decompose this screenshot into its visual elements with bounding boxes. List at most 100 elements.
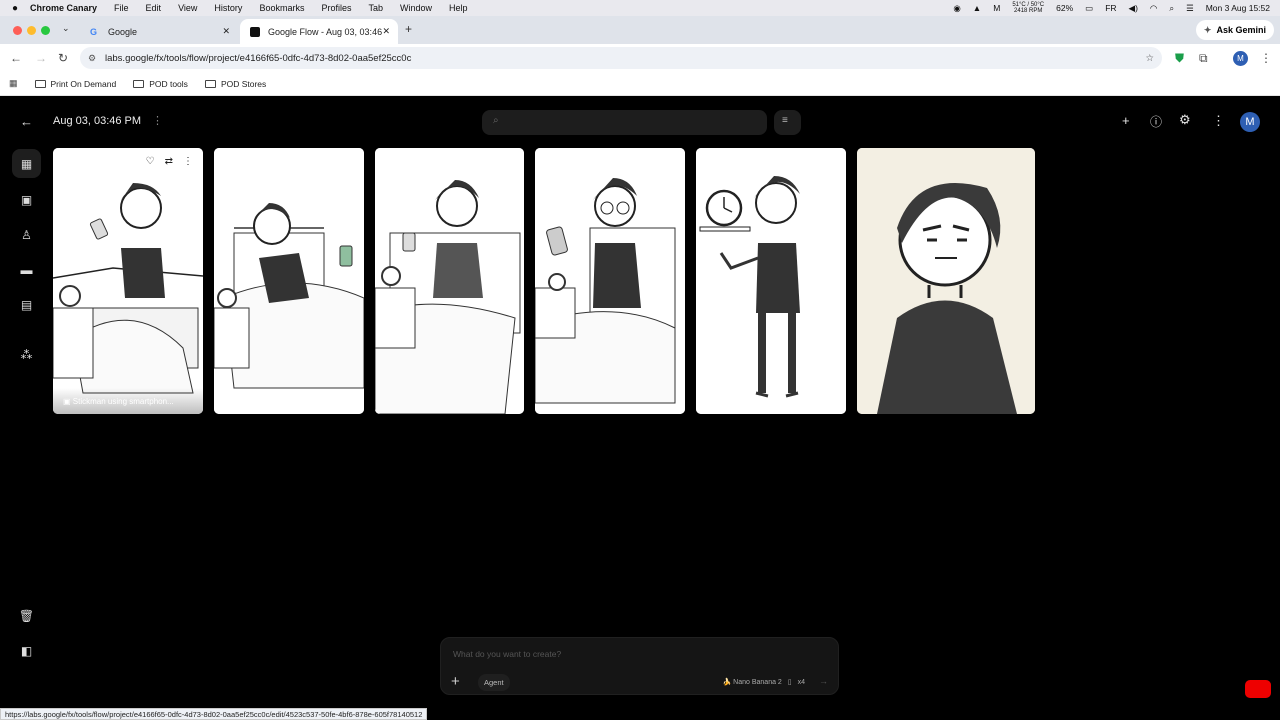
- stickman-portrait-image: [857, 148, 1035, 414]
- sidebar-trash[interactable]: 🗑: [12, 601, 41, 630]
- google-favicon-icon: G: [90, 26, 98, 37]
- menu-profiles[interactable]: Profiles: [321, 3, 351, 13]
- menu-view[interactable]: View: [178, 3, 197, 13]
- more-menu-icon[interactable]: ⋮: [1212, 113, 1225, 129]
- datetime[interactable]: Mon 3 Aug 15:52: [1206, 3, 1270, 13]
- close-tab-icon[interactable]: ✕: [382, 26, 390, 37]
- temperature-readout[interactable]: 51°C / 50°C 2418 RPM: [1012, 2, 1044, 14]
- card-more-icon[interactable]: ⋮: [183, 156, 193, 167]
- back-icon[interactable]: ←: [10, 51, 22, 65]
- stickman-shocked-bed-image: [214, 148, 364, 414]
- card-caption: ▣ Stickman using smartphon...: [53, 388, 203, 414]
- model-selector[interactable]: 🍌 Nano Banana 2 ▯ x4: [723, 678, 805, 686]
- stickman-wide-eyes-phone-image: [535, 148, 685, 414]
- filter-icon: ≡: [782, 115, 788, 126]
- prompt-input[interactable]: What do you want to create?: [453, 649, 561, 659]
- browser-menu-icon[interactable]: ⋮: [1260, 51, 1272, 65]
- stickman-clock-standing-image: [696, 148, 846, 414]
- reuse-icon[interactable]: ⇄: [165, 156, 173, 167]
- input-source[interactable]: FR: [1105, 3, 1116, 13]
- add-icon[interactable]: +: [1122, 113, 1130, 128]
- trash-icon: 🗑: [18, 608, 35, 623]
- menu-history[interactable]: History: [214, 3, 242, 13]
- zoom-window-button[interactable]: [41, 26, 50, 35]
- close-window-button[interactable]: [13, 26, 22, 35]
- sidebar-characters[interactable]: ♙: [12, 220, 41, 249]
- image-card-4[interactable]: [535, 148, 685, 414]
- menu-edit[interactable]: Edit: [146, 3, 162, 13]
- tab-title: Google Flow - Aug 03, 03:46: [268, 26, 383, 37]
- address-bar[interactable]: ⚙ labs.google/fx/tools/flow/project/e416…: [80, 47, 1162, 69]
- sidebar-tools[interactable]: ⁂: [12, 340, 41, 369]
- reload-icon[interactable]: ↻: [58, 51, 68, 65]
- filter-button[interactable]: ≡: [774, 110, 801, 135]
- sidebar-scenes[interactable]: ▬: [12, 255, 41, 284]
- add-media-icon[interactable]: +: [451, 673, 460, 690]
- menu-tab[interactable]: Tab: [368, 3, 383, 13]
- search-input[interactable]: ⌕: [482, 110, 767, 135]
- cone-icon[interactable]: ▲: [973, 3, 981, 13]
- sidebar-images[interactable]: ▣: [12, 185, 41, 214]
- record-icon[interactable]: ◉: [953, 3, 960, 14]
- panel-toggle-icon: ◧: [20, 643, 33, 658]
- project-menu-icon[interactable]: ⋮: [152, 114, 163, 127]
- browser-toolbar: ← → ↻ ⚙ labs.google/fx/tools/flow/projec…: [0, 44, 1280, 72]
- profile-avatar[interactable]: M: [1233, 51, 1248, 66]
- battery-icon[interactable]: ▭: [1085, 3, 1093, 14]
- status-menus: ◉ ▲ M 51°C / 50°C 2418 RPM 62% ▭ FR ◀) ◠ …: [953, 0, 1270, 16]
- image-card-6[interactable]: [857, 148, 1035, 414]
- sidebar-collapse[interactable]: ◧: [12, 636, 41, 665]
- image-card-3[interactable]: [375, 148, 524, 414]
- image-card-5[interactable]: [696, 148, 846, 414]
- user-avatar[interactable]: M: [1240, 112, 1260, 132]
- image-type-icon: ▣: [63, 397, 73, 406]
- sidebar-grid-view[interactable]: ▦: [12, 149, 41, 178]
- site-info-icon[interactable]: ⚙: [88, 53, 96, 64]
- card-toolbar: ♡ ⇄ ⋮: [146, 156, 193, 167]
- image-card-2[interactable]: [214, 148, 364, 414]
- settings-gear-icon[interactable]: ⚙: [1179, 112, 1191, 128]
- shield-extension-icon[interactable]: ⛊: [1175, 51, 1184, 66]
- bookmark-pod-stores[interactable]: POD Stores: [204, 79, 266, 89]
- spotlight-icon[interactable]: ⌕: [1169, 3, 1174, 14]
- prompt-composer[interactable]: What do you want to create? + Agent 🍌 Na…: [440, 637, 839, 695]
- extensions-icon[interactable]: ⧉: [1199, 51, 1208, 66]
- image-icon: ▣: [20, 192, 33, 207]
- image-card-1[interactable]: ♡ ⇄ ⋮ ▣ Stickman using smartphon...: [53, 148, 203, 414]
- folder-icon: [133, 79, 145, 88]
- volume-icon[interactable]: ◀): [1129, 3, 1138, 14]
- menu-file[interactable]: File: [114, 3, 129, 13]
- forward-icon[interactable]: →: [35, 51, 47, 65]
- tab-google[interactable]: G Google ✕: [80, 19, 238, 44]
- bookmark-pod-tools[interactable]: POD tools: [133, 79, 188, 89]
- apps-grid-icon[interactable]: ▦: [9, 78, 18, 89]
- menu-bookmarks[interactable]: Bookmarks: [259, 3, 304, 13]
- control-center-icon[interactable]: ☰: [1186, 3, 1194, 14]
- back-arrow-icon[interactable]: ←: [20, 114, 33, 129]
- gmail-icon[interactable]: M: [993, 3, 1000, 13]
- bookmark-print-on-demand[interactable]: Print On Demand: [34, 79, 116, 89]
- browser-tabstrip: ⌄ G Google ✕ Google Flow - Aug 03, 03:46…: [0, 16, 1280, 44]
- menu-help[interactable]: Help: [449, 3, 468, 13]
- sidebar-folders[interactable]: ▤: [12, 290, 41, 319]
- app-menu[interactable]: Chrome Canary: [30, 3, 97, 13]
- minimize-window-button[interactable]: [27, 26, 36, 35]
- favorite-heart-icon[interactable]: ♡: [146, 156, 155, 167]
- tab-search-icon[interactable]: ⌄: [62, 23, 70, 34]
- battery-percent[interactable]: 62%: [1056, 3, 1073, 13]
- wifi-icon[interactable]: ◠: [1150, 3, 1157, 14]
- apple-icon[interactable]: ●: [12, 3, 30, 14]
- ask-gemini-button[interactable]: ✦ Ask Gemini: [1195, 20, 1274, 40]
- stickman-sitting-bed-image: [375, 148, 524, 414]
- tab-google-flow[interactable]: Google Flow - Aug 03, 03:46 ✕: [240, 19, 398, 44]
- new-tab-icon[interactable]: +: [405, 22, 412, 36]
- bookmark-star-icon[interactable]: ☆: [1145, 53, 1154, 64]
- flow-app: ← Aug 03, 03:46 PM ⋮ ⌕ ≡ + ⓘ ⚙ ⋮ M ▦ ▣ ♙…: [0, 97, 1280, 720]
- close-tab-icon[interactable]: ✕: [222, 26, 230, 37]
- agent-button[interactable]: Agent: [478, 674, 510, 691]
- menu-window[interactable]: Window: [400, 3, 432, 13]
- help-icon[interactable]: ⓘ: [1150, 113, 1162, 130]
- send-arrow-icon[interactable]: →: [819, 676, 828, 686]
- bookmarks-bar: ▦ Print On Demand POD tools POD Stores: [0, 72, 1280, 96]
- stickman-bed-phone-image: [53, 148, 203, 414]
